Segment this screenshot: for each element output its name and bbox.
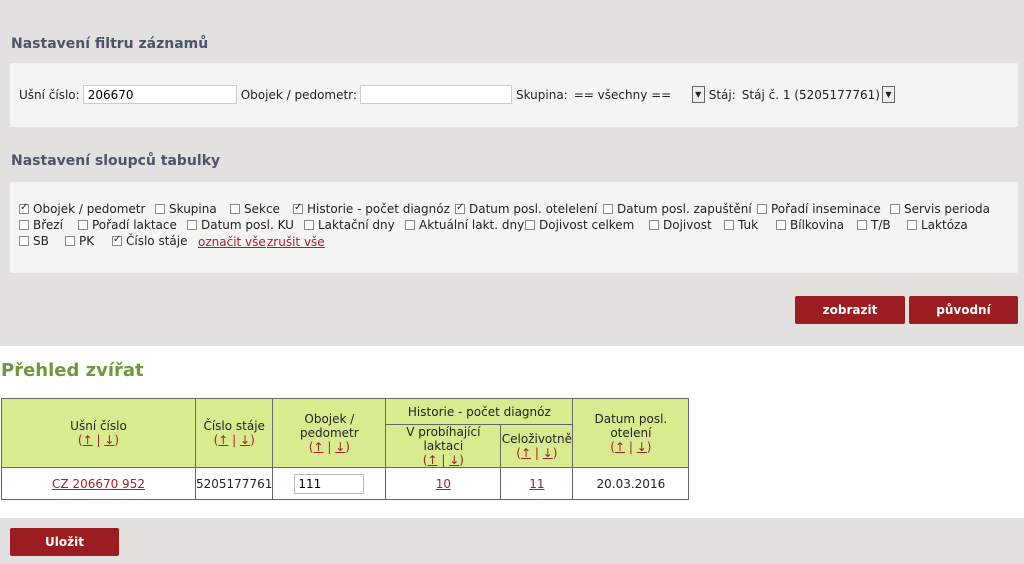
group-select[interactable]: == všechny == ▼ [574, 86, 705, 103]
column-checkbox-last-calving[interactable]: Datum posl. otelelení [455, 202, 597, 216]
column-checkbox-insemination-order[interactable]: Pořadí inseminace [757, 202, 881, 216]
deselect-all-link[interactable]: zrušit vše [267, 235, 325, 249]
stable-select[interactable]: Stáj č. 1 (5205177761) ▼ [742, 86, 895, 103]
column-checkbox-stable-number[interactable]: Číslo stáje [112, 234, 187, 248]
bottom-panel: Uložit [0, 518, 1024, 564]
chevron-down-icon[interactable]: ▼ [691, 86, 705, 103]
cell-collar [272, 467, 387, 500]
header-last-calving: Datum posl. otelení (↑ | ↓) [572, 398, 690, 468]
animals-table: Ušní číslo (↑ | ↓) Číslo stáje (↑ | ↓) O… [1, 398, 690, 500]
header-ear-number: Ušní číslo (↑ | ↓) [1, 398, 196, 468]
column-checkbox-group[interactable]: Skupina [155, 202, 217, 216]
sort-up-icon[interactable]: ↑ [83, 433, 93, 447]
column-checkbox-protein[interactable]: Bílkovina [776, 218, 844, 232]
columns-box: Obojek / pedometr Skupina Sekce Historie… [10, 182, 1018, 273]
collar-label: Obojek / pedometr: [240, 87, 357, 102]
column-checkbox-pk[interactable]: PK [65, 234, 94, 248]
select-all-link[interactable]: označit vše [198, 235, 266, 249]
collar-edit-input[interactable] [294, 473, 365, 494]
sort-links: (↑ | ↓) [516, 446, 558, 460]
sort-links: (↑ | ↓) [77, 433, 120, 447]
table-row: CZ 206670 952 5205177761 10 11 20.03.201… [1, 467, 690, 500]
sort-up-icon[interactable]: ↑ [521, 446, 531, 460]
cell-lifetime: 11 [500, 467, 574, 500]
sort-down-icon[interactable]: ↓ [449, 453, 459, 467]
filter-panel: Nastavení filtru záznamů Ušní číslo: Obo… [0, 0, 1024, 346]
filter-row: Ušní číslo: Obojek / pedometr: Skupina: … [19, 85, 895, 104]
chevron-down-icon[interactable]: ▼ [882, 86, 895, 103]
cell-last-calving: 20.03.2016 [572, 467, 690, 500]
sort-up-icon[interactable]: ↑ [218, 433, 228, 447]
sort-links: (↑ | ↓) [213, 433, 255, 447]
cell-current-lactation: 10 [385, 467, 502, 500]
column-checkbox-last-ku[interactable]: Datum posl. KU [187, 218, 294, 232]
column-checkbox-history[interactable]: Historie - počet diagnóz [293, 202, 450, 216]
current-lactation-link[interactable]: 10 [436, 477, 451, 491]
column-checkbox-tb[interactable]: T/B [857, 218, 891, 232]
group-label: Skupina: [515, 87, 568, 102]
header-stable-number: Číslo stáje (↑ | ↓) [194, 398, 274, 468]
header-lifetime: Celoživotně (↑ | ↓) [500, 424, 574, 468]
sort-up-icon[interactable]: ↑ [427, 453, 437, 467]
column-checkbox-pregnant[interactable]: Březí [19, 218, 63, 232]
sort-links: (↑ | ↓) [610, 440, 652, 454]
column-checkbox-lactose[interactable]: Laktóza [907, 218, 968, 232]
sort-up-icon[interactable]: ↑ [615, 440, 625, 454]
column-checkbox-lactation-order[interactable]: Pořadí laktace [78, 218, 177, 232]
sort-down-icon[interactable]: ↓ [104, 433, 114, 447]
sort-down-icon[interactable]: ↓ [637, 440, 647, 454]
stable-label: Stáj: [708, 87, 736, 102]
lifetime-link[interactable]: 11 [529, 477, 544, 491]
header-collar: Obojek / pedometr (↑ | ↓) [272, 398, 387, 468]
stable-select-value: Stáj č. 1 (5205177761) [741, 87, 880, 102]
column-checkbox-milk[interactable]: Dojivost [649, 218, 712, 232]
sort-down-icon[interactable]: ↓ [543, 446, 553, 460]
header-current-lactation: V probíhající laktaci (↑ | ↓) [385, 424, 502, 468]
original-button[interactable]: původní [909, 296, 1018, 324]
column-checkbox-collar[interactable]: Obojek / pedometr [19, 202, 145, 216]
column-checkbox-current-lactation-days[interactable]: Aktuální lakt. dny [405, 218, 524, 232]
columns-section-title: Nastavení sloupců tabulky [11, 153, 221, 169]
show-button[interactable]: zobrazit [795, 296, 905, 324]
header-history: Historie - počet diagnóz [385, 398, 574, 425]
ear-number-link[interactable]: CZ 206670 952 [52, 477, 145, 491]
collar-input[interactable] [359, 85, 512, 104]
column-checkbox-sb[interactable]: SB [19, 234, 49, 248]
sort-up-icon[interactable]: ↑ [313, 440, 323, 454]
filter-section-title: Nastavení filtru záznamů [11, 36, 209, 52]
overview-title: Přehled zvířat [1, 360, 144, 381]
column-checkbox-total-milk[interactable]: Dojivost celkem [525, 218, 634, 232]
filter-box: Ušní číslo: Obojek / pedometr: Skupina: … [10, 63, 1018, 127]
sort-down-icon[interactable]: ↓ [335, 440, 345, 454]
ear-number-input[interactable] [82, 85, 237, 104]
cell-stable-number: 5205177761 [194, 467, 274, 500]
ear-number-label: Ušní číslo: [19, 87, 80, 102]
cell-ear-number: CZ 206670 952 [1, 467, 196, 500]
group-select-value: == všechny == [573, 87, 672, 102]
sort-down-icon[interactable]: ↓ [240, 433, 250, 447]
sort-links: (↑ | ↓) [308, 440, 350, 454]
sort-links: (↑ | ↓) [422, 453, 464, 467]
save-button[interactable]: Uložit [10, 528, 119, 556]
column-checkbox-last-insemination[interactable]: Datum posl. zapuštění [603, 202, 752, 216]
column-checkbox-service-period[interactable]: Servis perioda [890, 202, 990, 216]
column-checkbox-section[interactable]: Sekce [230, 202, 280, 216]
column-checkbox-fat[interactable]: Tuk [724, 218, 758, 232]
column-checkbox-lactation-days[interactable]: Laktační dny [304, 218, 395, 232]
